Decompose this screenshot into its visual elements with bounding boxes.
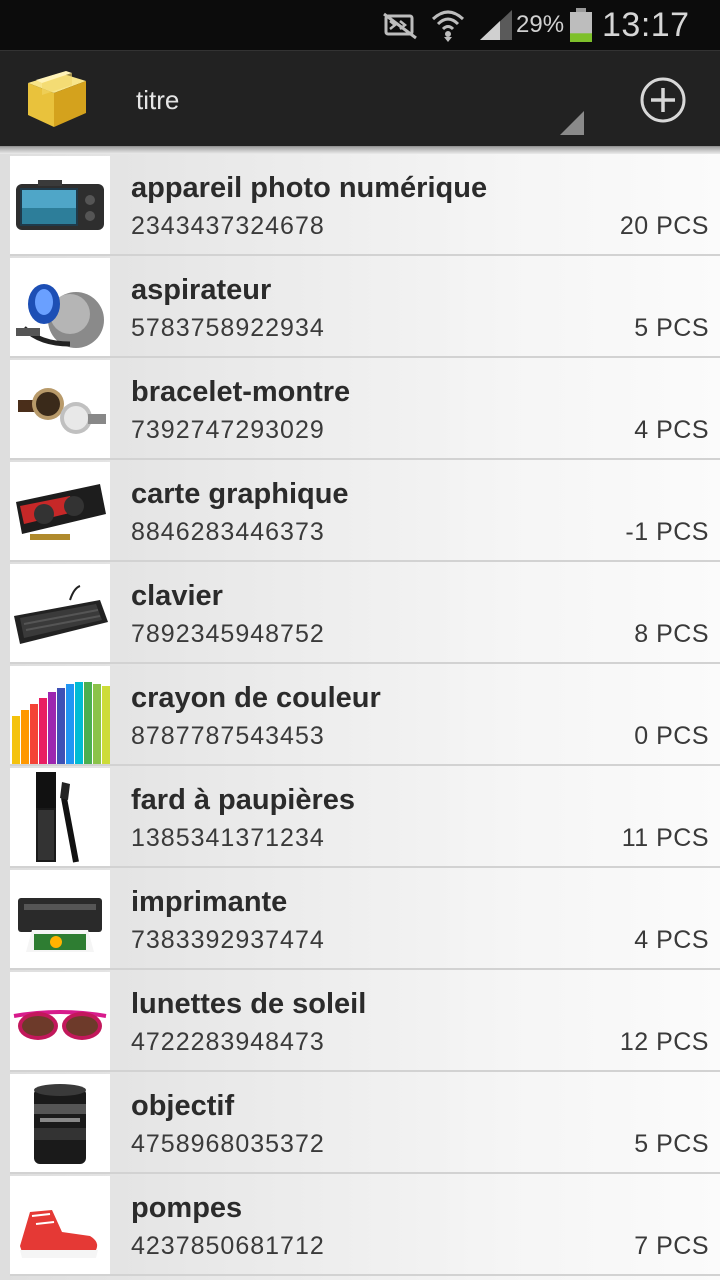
battery-percent: 29% xyxy=(516,11,565,38)
product-quantity: 8 PCS xyxy=(634,620,709,648)
add-circle-icon xyxy=(640,77,686,123)
list-item[interactable]: clavier 7892345948752 8 PCS xyxy=(0,562,720,664)
product-code: 4758968035372 xyxy=(131,1130,325,1158)
product-quantity: 7 PCS xyxy=(634,1232,709,1260)
sneakers-icon xyxy=(10,1176,110,1276)
product-name: fard à paupières xyxy=(131,784,356,816)
clock: 13:17 xyxy=(602,5,690,44)
list-item[interactable]: pompes 4237850681712 7 PCS xyxy=(0,1174,720,1276)
action-bar: titre xyxy=(0,50,720,147)
product-code: 7383392937474 xyxy=(131,926,325,954)
product-name: lunettes de soleil xyxy=(131,988,367,1020)
list-item[interactable]: imprimante 7383392937474 4 PCS xyxy=(0,868,720,970)
camera-icon xyxy=(10,156,110,256)
graphics-card-icon xyxy=(10,462,110,562)
list-item[interactable]: crayon de couleur 8787787543453 0 PCS xyxy=(0,664,720,766)
product-code: 7392747293029 xyxy=(131,416,325,444)
product-name: pompes xyxy=(131,1192,243,1224)
printer-icon xyxy=(10,870,110,970)
spinner-arrow-icon xyxy=(560,111,584,135)
product-name: carte graphique xyxy=(131,478,349,510)
battery-icon xyxy=(568,0,594,50)
list-item[interactable]: aspirateur 5783758922934 5 PCS xyxy=(0,256,720,358)
list-item[interactable]: fard à paupières 1385341371234 11 PCS xyxy=(0,766,720,868)
add-button[interactable] xyxy=(638,75,688,125)
list-item[interactable]: objectif 4758968035372 5 PCS xyxy=(0,1072,720,1174)
mascara-icon xyxy=(10,768,110,868)
product-code: 7892345948752 xyxy=(131,620,325,648)
product-quantity: 12 PCS xyxy=(619,1028,709,1056)
product-code: 2343437324678 xyxy=(131,212,325,240)
product-name: crayon de couleur xyxy=(131,682,381,714)
product-quantity: 5 PCS xyxy=(634,314,709,342)
product-name: imprimante xyxy=(131,886,288,918)
product-code: 1385341371234 xyxy=(131,824,325,852)
product-quantity: 11 PCS xyxy=(621,824,709,852)
list-item[interactable]: lunettes de soleil 4722283948473 12 PCS xyxy=(0,970,720,1072)
product-list[interactable]: appareil photo numérique 2343437324678 20 … xyxy=(0,154,720,1280)
status-bar: 29% 13:17 xyxy=(0,0,720,50)
product-quantity: 4 PCS xyxy=(634,926,709,954)
spinner-value: titre xyxy=(136,85,180,115)
product-quantity: -1 PCS xyxy=(625,518,709,546)
product-name: clavier xyxy=(131,580,223,612)
product-code: 8787787543453 xyxy=(131,722,325,750)
product-code: 4237850681712 xyxy=(131,1232,325,1260)
vacuum-icon xyxy=(10,258,110,358)
colored-pencils-icon xyxy=(10,666,110,766)
lens-icon xyxy=(10,1074,110,1174)
sunglasses-icon xyxy=(10,972,110,1072)
package-box-icon[interactable] xyxy=(22,65,92,131)
product-name: bracelet-montre xyxy=(131,376,351,408)
keyboard-icon xyxy=(10,564,110,664)
mute-icon xyxy=(380,0,420,50)
product-name: aspirateur xyxy=(131,274,272,306)
product-name: objectif xyxy=(131,1090,235,1122)
list-item[interactable]: carte graphique 8846283446373 -1 PCS xyxy=(0,460,720,562)
product-code: 8846283446373 xyxy=(131,518,325,546)
list-item[interactable]: bracelet-montre 7392747293029 4 PCS xyxy=(0,358,720,460)
product-quantity: 5 PCS xyxy=(634,1130,709,1158)
wifi-icon xyxy=(430,0,466,50)
product-quantity: 0 PCS xyxy=(634,722,709,750)
product-quantity: 20 PCS xyxy=(619,212,709,240)
list-item[interactable]: appareil photo numérique 2343437324678 20 … xyxy=(0,154,720,256)
product-code: 4722283948473 xyxy=(131,1028,325,1056)
product-code: 5783758922934 xyxy=(131,314,325,342)
watch-icon xyxy=(10,360,110,460)
product-quantity: 4 PCS xyxy=(634,416,709,444)
title-spinner[interactable]: titre xyxy=(118,51,588,147)
signal-icon xyxy=(478,0,514,50)
product-name: appareil photo numérique xyxy=(131,172,488,204)
